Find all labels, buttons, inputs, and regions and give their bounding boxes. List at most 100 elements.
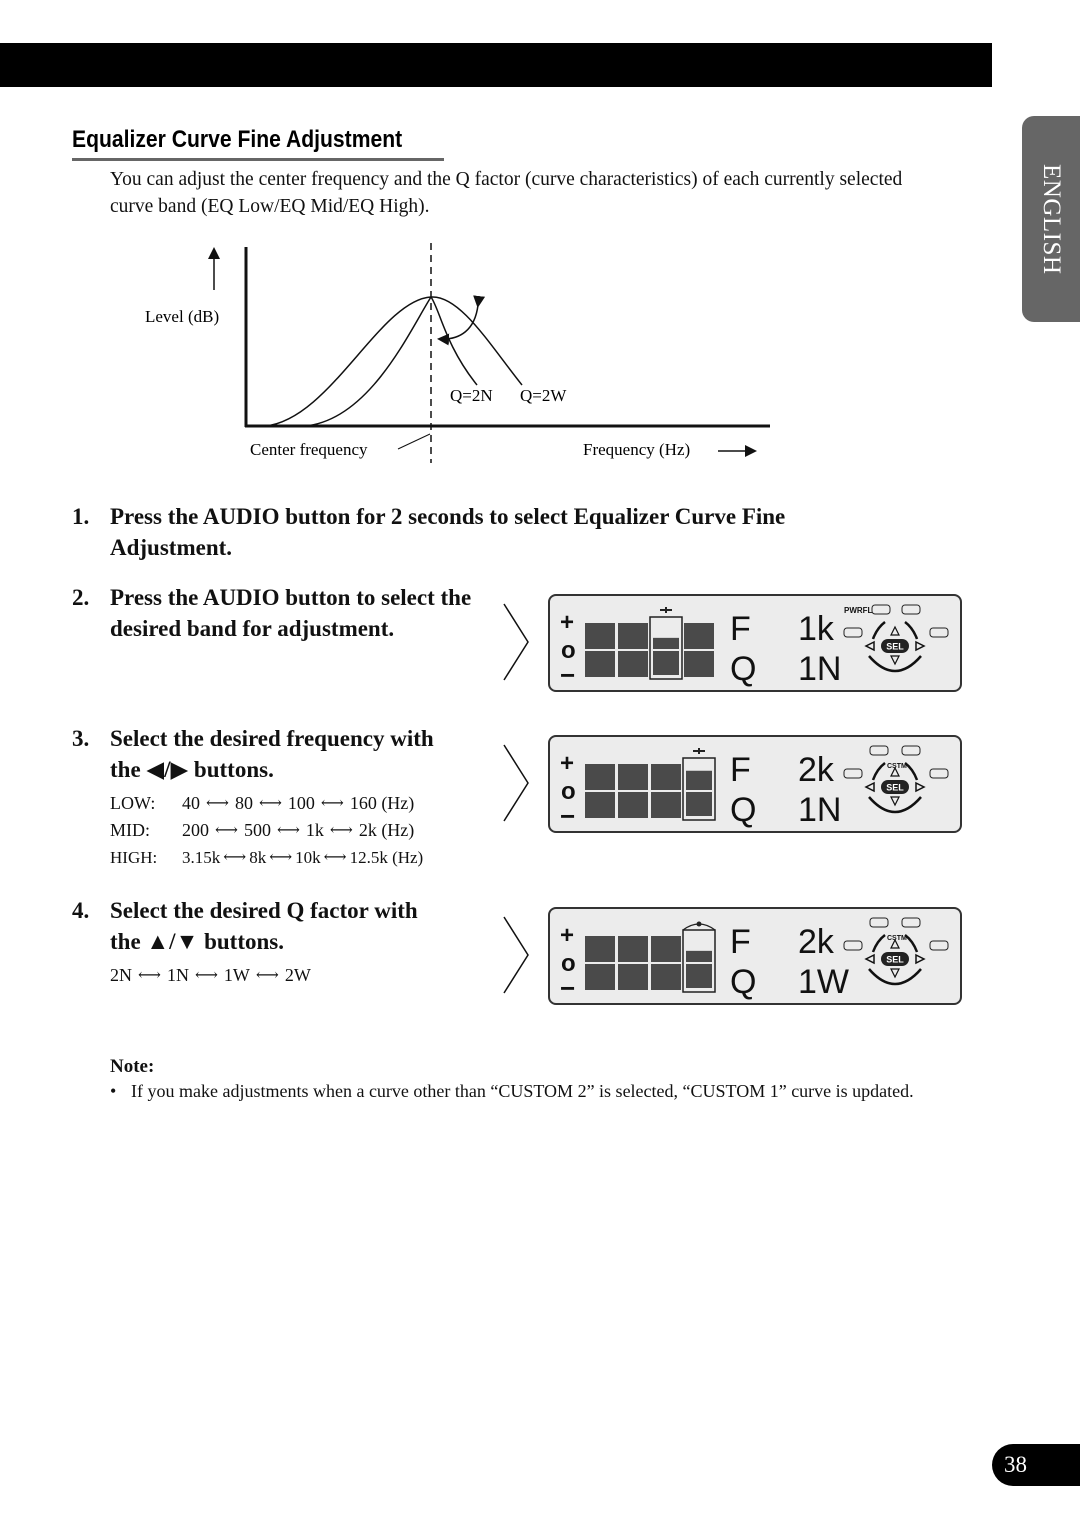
frequency-value: 2k [798, 751, 835, 789]
plus-icon: + [560, 922, 574, 949]
left-arrow-icon [864, 781, 875, 793]
left-arrow-icon [864, 640, 875, 652]
segment-indicator [901, 917, 921, 928]
eq-band-bar [585, 623, 615, 649]
eq-band-bar [651, 964, 681, 990]
curve-label-2n: Q=2N [450, 386, 493, 405]
double-arrow-icon: ⟷ [223, 849, 247, 866]
double-arrow-icon: ⟷ [215, 822, 238, 839]
option-value: 10k [295, 848, 321, 867]
eq-band-bar [618, 764, 648, 790]
eq-band-bar [651, 936, 681, 962]
step-text: Select the desired Q factor with the ▲/▼… [110, 895, 490, 957]
q-label: Q [730, 650, 756, 688]
right-arrow-icon [915, 953, 926, 965]
sel-label: SEL [886, 642, 904, 652]
step-text: Select the desired frequency with the ◀/… [110, 723, 490, 785]
pointer-chevron-icon [503, 603, 529, 681]
option-value: 100 [287, 793, 315, 813]
f-label: F [730, 751, 751, 789]
lcd-graphic: +o−FQ1k1NPWRFLSEL [560, 604, 949, 690]
segment-indicator [869, 917, 889, 928]
lcd-graphic: +o−FQ2k1NCSTMSEL [560, 745, 949, 831]
step-text-line-1: Select the desired Q factor with [110, 898, 418, 923]
segment-indicator [901, 604, 921, 615]
curve-label-2w: Q=2W [520, 386, 567, 405]
sel-label: SEL [886, 955, 904, 965]
selected-band-level [686, 964, 712, 988]
option-value: 40 [182, 793, 200, 813]
dial-arc [904, 762, 919, 781]
frequency-options-mid: MID: 200 ⟷ 500 ⟷ 1k ⟷ 2k (Hz) [110, 817, 414, 844]
eq-band-bar [618, 651, 648, 677]
eq-band-bar [585, 651, 615, 677]
note-title: Note: [110, 1056, 155, 1077]
step-text: Press the AUDIO button to select the des… [110, 585, 472, 641]
segment-indicator [901, 745, 921, 756]
eq-band-bar [585, 764, 615, 790]
plus-icon: + [560, 609, 574, 636]
page-number: 38 [1004, 1452, 1027, 1477]
option-value: 2k (Hz) [358, 820, 415, 840]
option-value: 1k [305, 820, 324, 840]
band-label: HIGH: [110, 848, 158, 867]
down-arrow-icon [890, 655, 900, 666]
step-3: 3. Select the desired frequency with the… [72, 723, 502, 785]
double-arrow-icon: ⟷ [255, 967, 279, 984]
minus-icon: − [560, 660, 575, 690]
option-value: 80 [234, 793, 253, 813]
q-factor-options: 2N ⟷ 1N ⟷ 1W ⟷ 2W [110, 962, 311, 989]
double-arrow-icon: ⟷ [320, 795, 344, 812]
segment-indicator [869, 745, 889, 756]
lcd-display-1: + o − F Q 1k 1N PWRFL SEL [548, 594, 962, 692]
title-underline [72, 158, 444, 161]
eq-band-bar [618, 792, 648, 818]
dial-arc [904, 621, 919, 640]
lcd-graphic: +o−FQ2k1WCSTMSEL [560, 917, 949, 1003]
segment-indicator [929, 627, 949, 638]
intro-paragraph: You can adjust the center frequency and … [110, 169, 903, 217]
center-frequency-label: Center frequency [250, 440, 368, 459]
frequency-options-low: LOW: 40 ⟷ 80 ⟷ 100 ⟷ 160 (Hz) [110, 790, 414, 817]
eq-band-bar [651, 764, 681, 790]
cstm-indicator: CSTM [887, 763, 907, 770]
band-marker-icon [693, 748, 705, 754]
segment-indicator [929, 940, 949, 951]
band-label: MID: [110, 820, 150, 840]
loudness-indicator-icon [871, 604, 891, 615]
dial-arc [871, 762, 886, 781]
band-marker-icon [660, 607, 672, 613]
selected-band-level [653, 637, 679, 649]
frequency-options-high: HIGH: 3.15k ⟷ 8k ⟷ 10k ⟷ 12.5k (Hz) [110, 844, 423, 871]
double-arrow-icon: ⟷ [206, 795, 229, 812]
step-number: 3. [72, 726, 90, 751]
step-text-line-2: the ◀/▶ buttons. [110, 757, 274, 782]
up-arrow-icon [890, 625, 900, 636]
eq-band-bar [684, 651, 714, 677]
option-value: 3.15k [182, 848, 221, 867]
segment-indicator [843, 940, 863, 951]
note-text: If you make adjustments when a curve oth… [131, 1081, 914, 1101]
eq-band-bar [585, 936, 615, 962]
double-arrow-icon: ⟷ [269, 849, 293, 866]
option-value: 12.5k (Hz) [349, 848, 424, 867]
q-adjust-arrow [437, 295, 486, 346]
curve-q-2w [264, 296, 523, 427]
x-axis-label: Frequency (Hz) [583, 440, 690, 459]
step-4: 4. Select the desired Q factor with the … [72, 895, 502, 957]
q-value: 1W [798, 963, 849, 1001]
minus-icon: − [560, 801, 575, 831]
step-number: 4. [72, 898, 90, 923]
down-arrow-icon [890, 796, 900, 807]
q-label: Q [730, 791, 756, 829]
dial-arc [871, 621, 886, 640]
segment-indicator [843, 768, 863, 779]
segment-indicator [843, 627, 863, 638]
option-value: 1W [223, 965, 250, 985]
selected-band-level [686, 770, 712, 790]
left-arrow-icon [864, 953, 875, 965]
step-number: 2. [72, 585, 90, 610]
lcd-display-2: + o − F Q 2k 1N CSTM SEL [548, 735, 962, 833]
plus-icon: + [560, 750, 574, 777]
selected-band-level [686, 950, 712, 962]
